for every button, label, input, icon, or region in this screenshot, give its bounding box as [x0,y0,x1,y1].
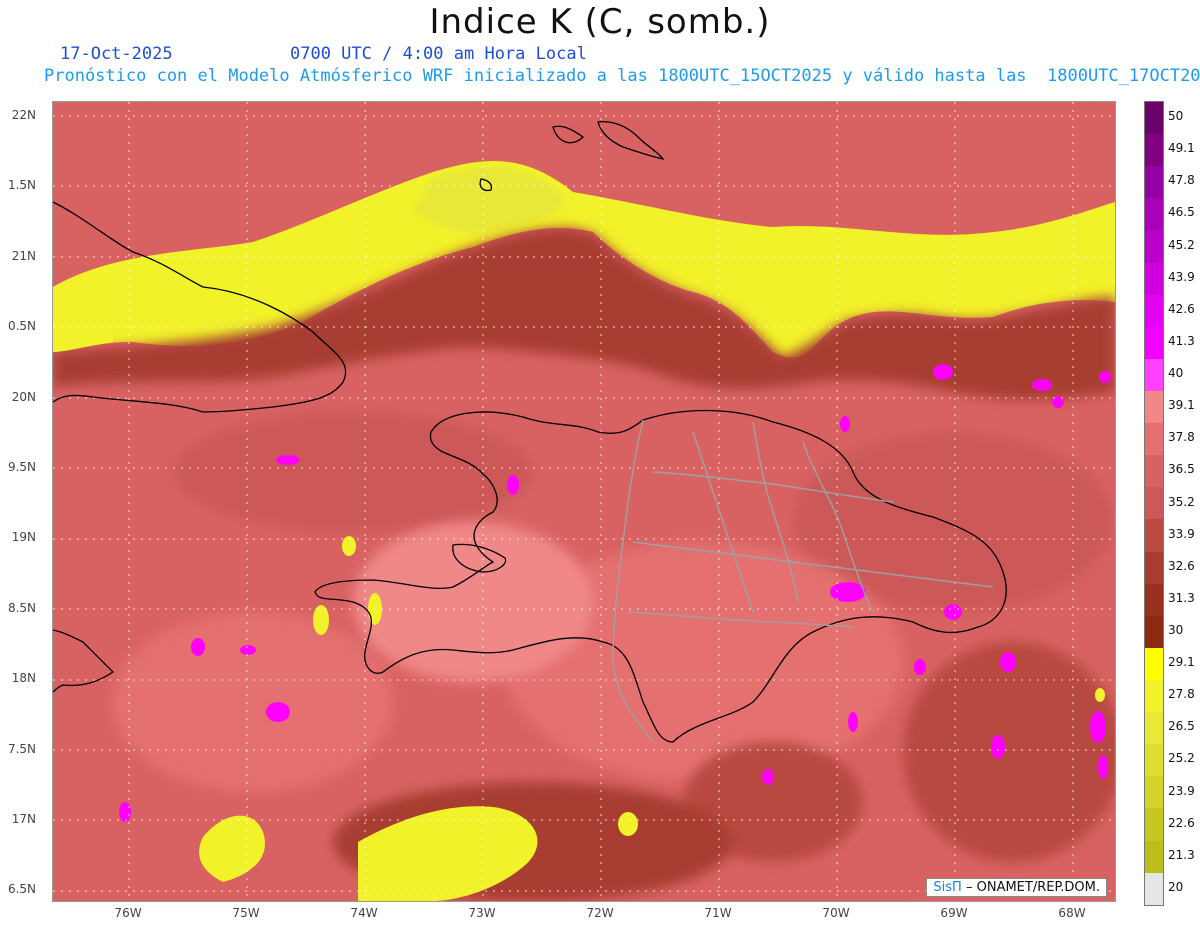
colorbar-label: 25.2 [1168,751,1195,766]
colorbar-label: 21.3 [1168,847,1195,862]
colorbar-label: 30 [1168,622,1184,637]
lat-label: 20N [11,389,36,404]
lon-label: 73W [468,906,496,920]
colorbar-label: 39.1 [1168,398,1195,413]
colorbar-segment [1145,134,1163,167]
colorbar-label: 47.8 [1168,173,1195,188]
lat-label: 18N [11,671,36,686]
lat-label: 0.5N [7,319,36,334]
colorbar-label: 20 [1168,879,1184,894]
lon-label: 76W [114,906,142,920]
colorbar-label: 32.6 [1168,558,1195,573]
lon-label: 74W [350,906,378,920]
lat-label: 6.5N [7,882,36,897]
colorbar-segment [1145,712,1163,745]
colorbar-segment [1145,519,1163,552]
lon-label: 70W [822,906,850,920]
colorbar-segment [1145,455,1163,488]
colorbar-segment [1145,615,1163,648]
colorbar [1144,101,1164,906]
colorbar-segment [1145,358,1163,391]
colorbar-label: 27.8 [1168,687,1195,702]
model-info: Pronóstico con el Modelo Atmósferico WRF… [44,66,1200,86]
colorbar-segment [1145,326,1163,359]
colorbar-label: 29.1 [1168,655,1195,670]
lon-label: 68W [1058,906,1086,920]
colorbar-label: 42.6 [1168,301,1195,316]
colorbar-segment [1145,647,1163,680]
colorbar-segment [1145,840,1163,873]
credit-org: – ONAMET/REP.DOM. [961,880,1100,895]
colorbar-label: 36.5 [1168,462,1195,477]
colorbar-segment [1145,487,1163,520]
credit-brand: SisΠ [933,880,962,895]
colorbar-label: 23.9 [1168,783,1195,798]
colorbar-segment [1145,551,1163,584]
forecast-time: 0700 UTC / 4:00 am Hora Local [290,44,587,64]
lat-label: 1.5N [7,178,36,193]
colorbar-segment [1145,679,1163,713]
colorbar-label: 50 [1168,109,1184,124]
lat-label: 19N [11,530,36,545]
colorbar-segment [1145,166,1163,199]
credit-box: SisΠ – ONAMET/REP.DOM. [926,878,1107,897]
map-title: Indice K (C, somb.) [429,2,771,42]
lat-label: 22N [11,108,36,122]
colorbar-segment [1145,294,1163,327]
colorbar-label: 37.8 [1168,430,1195,445]
lon-label: 75W [232,906,260,920]
colorbar-segment [1145,808,1163,841]
lat-label: 7.5N [7,741,36,756]
colorbar-label: 49.1 [1168,141,1195,156]
colorbar-segment [1145,872,1163,905]
lat-label: 21N [11,248,36,263]
colorbar-segment [1145,776,1163,809]
colorbar-segment [1145,423,1163,456]
colorbar-label: 41.3 [1168,333,1195,348]
colorbar-segment [1145,230,1163,263]
colorbar-label: 22.6 [1168,815,1195,830]
colorbar-segment [1145,744,1163,777]
colorbar-segment [1145,262,1163,295]
colorbar-label: 45.2 [1168,237,1195,252]
map-panel: SisΠ – ONAMET/REP.DOM. [52,101,1116,902]
map-canvas [53,102,1115,901]
colorbar-label: 26.5 [1168,719,1195,734]
colorbar-segment [1145,390,1163,424]
colorbar-label: 35.2 [1168,494,1195,509]
lat-label: 17N [11,812,36,826]
colorbar-segment [1145,198,1163,231]
colorbar-label: 46.5 [1168,205,1195,220]
lat-label: 9.5N [7,460,36,474]
colorbar-label: 40 [1168,366,1184,381]
colorbar-segment [1145,583,1163,616]
colorbar-label: 31.3 [1168,590,1195,605]
lon-label: 72W [586,906,614,920]
colorbar-label: 43.9 [1168,269,1195,284]
forecast-date: 17-Oct-2025 [60,44,173,64]
colorbar-segment [1145,102,1163,135]
lat-label: 8.5N [7,600,36,615]
lon-label: 69W [940,906,968,920]
lon-label: 71W [704,906,732,920]
colorbar-label: 33.9 [1168,526,1195,541]
